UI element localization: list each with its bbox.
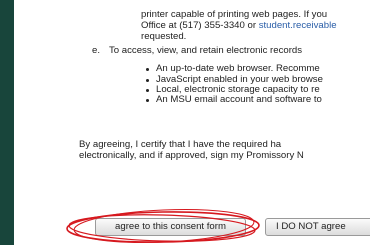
- para-d-line3: requested.: [141, 31, 187, 42]
- student-receivable-link[interactable]: student.receivable: [259, 20, 337, 31]
- para-d-line1: printer capable of printing web pages. I…: [141, 9, 328, 20]
- bullet-dot: [146, 68, 149, 71]
- bullet-dot: [146, 99, 149, 102]
- requirement-item: An MSU email account and software to: [156, 94, 322, 105]
- agreement-line1: By agreeing, I certify that I have the r…: [79, 139, 282, 150]
- item-e-text: To access, view, and retain electronic r…: [109, 45, 303, 56]
- bullet-dot: [146, 89, 149, 92]
- para-d-line2-text: Office at (517) 355-3340 or: [141, 20, 259, 31]
- agree-consent-button[interactable]: agree to this consent form: [95, 218, 246, 236]
- consent-panel: printer capable of printing web pages. I…: [14, 0, 370, 245]
- agreement-line2: electronically, and if approved, sign my…: [79, 150, 304, 161]
- para-d-line2: Office at (517) 355-3340 or student.rece…: [141, 20, 337, 31]
- requirement-item: An up-to-date web browser. Recomme: [156, 63, 320, 74]
- bullet-dot: [146, 79, 149, 82]
- item-e-marker: e.: [92, 45, 101, 56]
- do-not-agree-button[interactable]: I DO NOT agree: [265, 218, 370, 236]
